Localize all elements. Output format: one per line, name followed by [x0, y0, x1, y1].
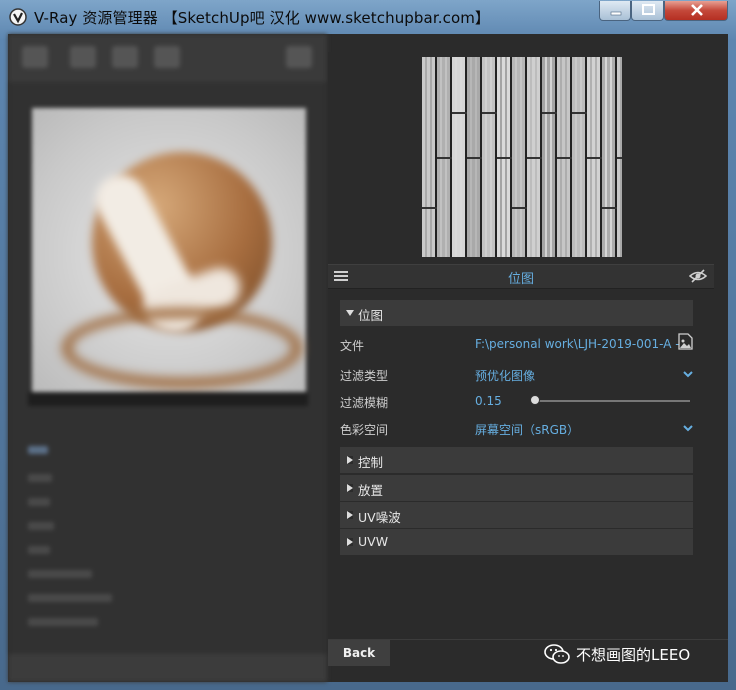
- texture-seam: [467, 157, 482, 159]
- file-path-value[interactable]: F:\personal work\LJH-2019-001-A -...: [475, 337, 691, 351]
- collapse-arrow-icon: [347, 484, 353, 492]
- chevron-down-icon[interactable]: [683, 424, 693, 432]
- left-bottom-bar: [8, 654, 327, 682]
- section-label: UVW: [358, 534, 389, 549]
- toolbar-button[interactable]: [70, 46, 96, 68]
- left-toolbar: [8, 34, 327, 82]
- filter-blur-label: 过滤模糊: [340, 396, 389, 410]
- texture-seam: [482, 112, 497, 114]
- texture-seam: [542, 112, 557, 114]
- vray-logo-icon: [9, 8, 27, 26]
- section-label: 控制: [358, 455, 384, 470]
- expand-arrow-icon: [346, 310, 354, 316]
- bottom-bar: Back 不想画图的LEEO: [328, 639, 728, 666]
- color-space-dropdown[interactable]: 屏幕空间（sRGB）: [475, 421, 579, 438]
- texture-seam: [587, 157, 602, 159]
- back-button[interactable]: Back: [328, 640, 390, 666]
- list-item[interactable]: [28, 522, 54, 530]
- app-window: V-Ray 资源管理器 【SketchUp吧 汉化 www.sketchupba…: [0, 0, 736, 690]
- list-item[interactable]: [28, 618, 98, 626]
- collapse-arrow-icon: [347, 538, 353, 546]
- close-button[interactable]: [664, 1, 728, 21]
- filter-blur-value[interactable]: 0.15: [475, 394, 502, 408]
- color-space-label: 色彩空间: [340, 423, 389, 437]
- panel-header: 位图: [328, 264, 714, 289]
- texture-seam: [617, 157, 622, 159]
- toolbar-button[interactable]: [112, 46, 138, 68]
- texture-plank: [602, 57, 617, 257]
- texture-seam: [422, 207, 437, 209]
- section-label: UV噪波: [358, 510, 401, 525]
- toolbar-button[interactable]: [22, 46, 48, 68]
- client-area: 位图 位图 文件 F:\personal work\LJH-2019-001-A…: [8, 34, 728, 682]
- watermark-text: 不想画图的LEEO: [576, 646, 691, 664]
- texture-seam: [557, 157, 572, 159]
- maximize-icon: [642, 4, 655, 15]
- filter-blur-slider-track[interactable]: [534, 400, 690, 402]
- chevron-down-icon[interactable]: [683, 370, 693, 378]
- list-item[interactable]: [28, 498, 50, 506]
- list-item[interactable]: [28, 594, 112, 602]
- window-title: V-Ray 资源管理器 【SketchUp吧 汉化 www.sketchupba…: [34, 9, 491, 27]
- texture-seam: [572, 112, 587, 114]
- texture-plank: [572, 57, 587, 257]
- list-item[interactable]: [28, 570, 92, 578]
- texture-seam: [497, 157, 512, 159]
- list-item[interactable]: [28, 474, 52, 482]
- texture-seam: [602, 207, 617, 209]
- texture-seam: [437, 157, 452, 159]
- filter-blur-slider-handle[interactable]: [530, 395, 540, 405]
- title-bar[interactable]: V-Ray 资源管理器 【SketchUp吧 汉化 www.sketchupba…: [0, 0, 736, 34]
- texture-plank: [542, 57, 557, 257]
- section-label: 位图: [358, 308, 384, 323]
- filter-type-dropdown[interactable]: 预优化图像: [475, 367, 535, 384]
- collapse-arrow-icon: [347, 456, 353, 464]
- list-item[interactable]: [28, 546, 50, 554]
- file-label: 文件: [340, 339, 365, 353]
- section-uv-noise[interactable]: UV噪波: [340, 502, 693, 528]
- section-bitmap[interactable]: 位图: [340, 300, 693, 326]
- preview-toolbar: [28, 392, 308, 406]
- material-preview: [32, 108, 306, 398]
- image-file-icon[interactable]: [678, 333, 693, 350]
- minimize-icon: [610, 11, 622, 16]
- maximize-button[interactable]: [631, 1, 664, 21]
- texture-plank: [452, 57, 467, 257]
- texture-seam: [452, 112, 467, 114]
- material-list-panel: [8, 34, 327, 682]
- texture-plank: [422, 57, 437, 257]
- eye-hidden-icon[interactable]: [689, 268, 707, 284]
- collapse-arrow-icon: [347, 511, 353, 519]
- section-placement[interactable]: 放置: [340, 475, 693, 501]
- texture-seam: [512, 207, 527, 209]
- section-label: 放置: [358, 483, 384, 498]
- section-control[interactable]: 控制: [340, 447, 693, 473]
- minimize-button[interactable]: [599, 1, 631, 21]
- bitmap-preview: [422, 57, 622, 257]
- toolbar-button[interactable]: [286, 46, 312, 68]
- texture-plank: [512, 57, 527, 257]
- texture-plank: [482, 57, 497, 257]
- wechat-icon: [544, 644, 570, 664]
- properties-panel: 位图 位图 文件 F:\personal work\LJH-2019-001-A…: [328, 52, 728, 665]
- toolbar-button[interactable]: [154, 46, 180, 68]
- section-uvw[interactable]: UVW: [340, 529, 693, 555]
- close-icon: [691, 4, 703, 16]
- panel-title: 位图: [507, 272, 534, 287]
- filter-type-label: 过滤类型: [340, 369, 389, 383]
- texture-seam: [527, 157, 542, 159]
- list-item[interactable]: [28, 446, 48, 454]
